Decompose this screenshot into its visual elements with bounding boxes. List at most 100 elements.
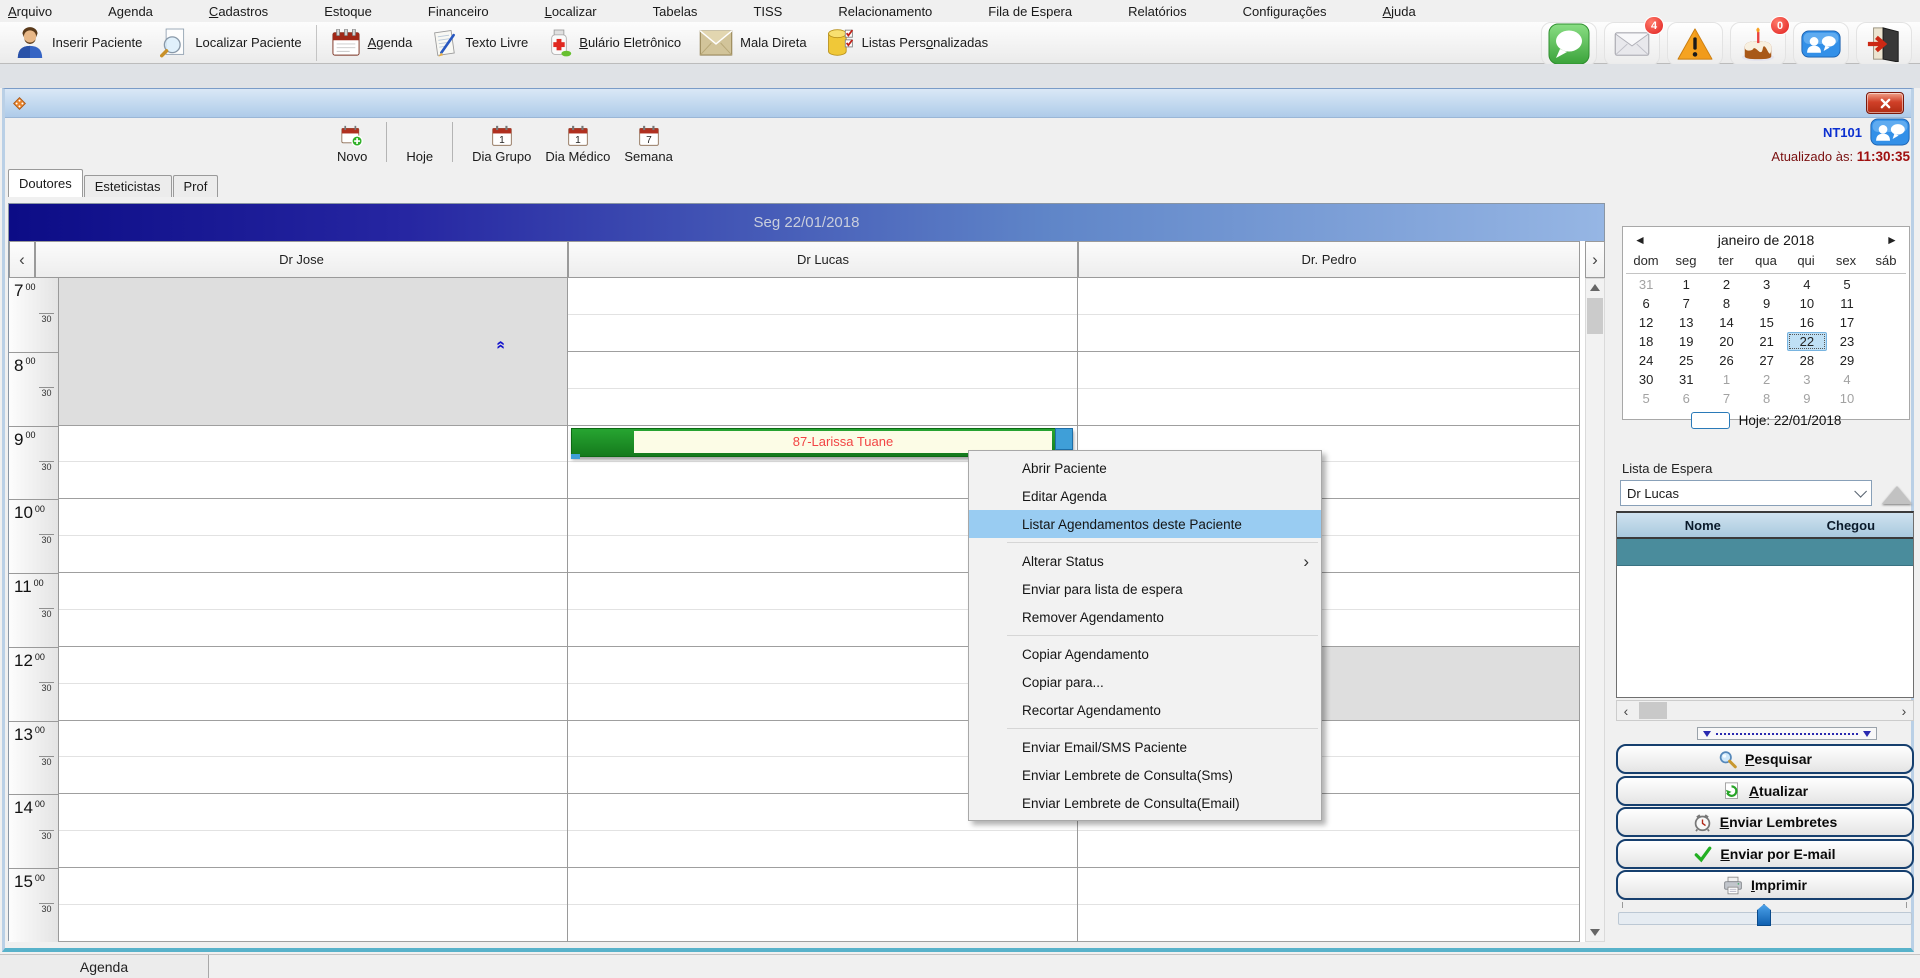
ctx-listar-agendamentos-deste-paciente[interactable]: Listar Agendamentos deste Paciente xyxy=(969,510,1321,538)
ctx-enviar-email-sms-paciente[interactable]: Enviar Email/SMS Paciente xyxy=(969,733,1321,761)
time-slot[interactable] xyxy=(1078,389,1579,426)
time-slot[interactable] xyxy=(59,684,567,721)
toolbar-agenda[interactable]: Agenda xyxy=(322,27,422,59)
time-slot[interactable] xyxy=(59,573,567,610)
calendar-day[interactable]: 4 xyxy=(1827,370,1867,389)
time-slot[interactable] xyxy=(568,868,1077,905)
time-slot[interactable] xyxy=(59,647,567,684)
calendar-day[interactable]: 4 xyxy=(1787,275,1827,294)
time-slot[interactable] xyxy=(568,352,1077,389)
time-slot[interactable] xyxy=(1078,831,1579,868)
calendar-day[interactable]: 6 xyxy=(1626,294,1666,313)
calendar-day[interactable]: 12 xyxy=(1626,313,1666,332)
time-slot[interactable] xyxy=(59,757,567,794)
agenda-tool-dia-grupo[interactable]: 1Dia Grupo xyxy=(465,124,538,164)
time-slot[interactable] xyxy=(59,905,567,942)
time-slot[interactable] xyxy=(59,831,567,868)
atualizar-button[interactable]: Atualizar xyxy=(1616,776,1914,806)
toolbar-localizar-paciente[interactable]: Localizar Paciente xyxy=(151,26,310,60)
calendar-day-selected[interactable]: 22 xyxy=(1787,332,1827,351)
chat-blue-icon[interactable] xyxy=(1870,118,1910,146)
menu-fila-de-espera[interactable]: Fila de Espera xyxy=(960,1,1100,22)
time-slot[interactable] xyxy=(568,278,1077,315)
scrollbar-thumb[interactable] xyxy=(1639,702,1667,719)
calendar-day[interactable]: 16 xyxy=(1787,313,1827,332)
appointment-resize-handle-left[interactable] xyxy=(571,454,580,459)
time-slot[interactable] xyxy=(1078,868,1579,905)
time-slot[interactable] xyxy=(568,315,1077,352)
time-slot[interactable] xyxy=(59,536,567,573)
scrollbar-thumb[interactable] xyxy=(1587,298,1603,334)
calendar-day[interactable]: 31 xyxy=(1666,370,1706,389)
scroll-left-icon[interactable]: ‹ xyxy=(1617,701,1635,720)
menu-agenda[interactable]: Agenda xyxy=(80,1,181,22)
ctx-abrir-paciente[interactable]: Abrir Paciente xyxy=(969,454,1321,482)
ctx-remover-agendamento[interactable]: Remover Agendamento xyxy=(969,603,1321,631)
calendar-day[interactable]: 1 xyxy=(1706,370,1746,389)
menu-cadastros[interactable]: Cadastros xyxy=(181,1,296,22)
calendar-day[interactable]: 5 xyxy=(1626,389,1666,408)
collapse-chevrons-icon[interactable]: « xyxy=(491,341,509,350)
calendar-day[interactable]: 7 xyxy=(1706,389,1746,408)
status-birthday-button[interactable]: 0 xyxy=(1730,22,1786,66)
agenda-tool-hoje[interactable]: Hoje xyxy=(399,124,440,164)
collapse-panel-button[interactable] xyxy=(1882,486,1912,504)
enviar-por-e-mail-button[interactable]: Enviar por E-mail xyxy=(1616,839,1914,869)
calendar-day[interactable]: 10 xyxy=(1827,389,1867,408)
menu-tiss[interactable]: TISS xyxy=(725,1,810,22)
pesquisar-button[interactable]: Pesquisar xyxy=(1616,744,1914,774)
waiting-list-table[interactable]: Nome Chegou xyxy=(1616,511,1914,698)
ctx-alterar-status[interactable]: Alterar Status› xyxy=(969,547,1321,575)
time-slot[interactable] xyxy=(1078,905,1579,942)
status-chat-button[interactable] xyxy=(1541,22,1597,66)
appointment-resize-handle[interactable] xyxy=(1055,428,1073,450)
calendar-day[interactable]: 5 xyxy=(1827,275,1867,294)
menu-localizar[interactable]: Localizar xyxy=(517,1,625,22)
ctx-enviar-para-lista-de-espera[interactable]: Enviar para lista de espera xyxy=(969,575,1321,603)
next-column-button[interactable]: › xyxy=(1585,241,1605,278)
calendar-day[interactable]: 11 xyxy=(1827,294,1867,313)
tab-prof[interactable]: Prof xyxy=(173,175,219,197)
waiting-list-selected-row[interactable] xyxy=(1617,539,1913,566)
ctx-recortar-agendamento[interactable]: Recortar Agendamento xyxy=(969,696,1321,724)
vertical-scrollbar[interactable] xyxy=(1585,278,1605,942)
time-slot[interactable] xyxy=(59,462,567,499)
menu-tabelas[interactable]: Tabelas xyxy=(625,1,726,22)
calendar-day[interactable]: 23 xyxy=(1827,332,1867,351)
calendar-next-icon[interactable]: ► xyxy=(1875,233,1909,247)
splitter-handle[interactable] xyxy=(1697,727,1877,740)
toolbar-inserir-paciente[interactable]: Inserir Paciente xyxy=(6,25,151,61)
scroll-right-icon[interactable]: › xyxy=(1895,701,1913,720)
status-mail-button[interactable]: 4 xyxy=(1604,22,1660,66)
statusbar-tab-agenda[interactable]: Agenda xyxy=(0,955,209,978)
calendar-day[interactable]: 3 xyxy=(1787,370,1827,389)
calendar-day[interactable]: 20 xyxy=(1706,332,1746,351)
time-slot[interactable] xyxy=(59,610,567,647)
calendar-day[interactable]: 15 xyxy=(1747,313,1787,332)
time-slot[interactable] xyxy=(568,389,1077,426)
status-alert-button[interactable] xyxy=(1667,22,1723,66)
menu-configuracoes[interactable]: Configurações xyxy=(1215,1,1355,22)
status-exit-button[interactable] xyxy=(1856,22,1912,66)
calendar-day[interactable]: 27 xyxy=(1747,351,1787,370)
toolbar-texto-livre[interactable]: Texto Livre xyxy=(421,26,537,60)
time-slot[interactable] xyxy=(1078,315,1579,352)
calendar-today-row[interactable]: Hoje: 22/01/2018 xyxy=(1623,408,1909,432)
agenda-tool-semana[interactable]: 7Semana xyxy=(617,124,679,164)
time-slot[interactable] xyxy=(59,426,567,463)
calendar-day[interactable]: 1 xyxy=(1666,275,1706,294)
ctx-copiar-para[interactable]: Copiar para... xyxy=(969,668,1321,696)
toolbar-mala-direta[interactable]: Mala Direta xyxy=(690,28,815,58)
tab-esteticistas[interactable]: Esteticistas xyxy=(84,175,172,197)
calendar-day[interactable]: 31 xyxy=(1626,275,1666,294)
calendar-day[interactable]: 3 xyxy=(1747,275,1787,294)
calendar-day[interactable]: 30 xyxy=(1626,370,1666,389)
imprimir-button[interactable]: Imprimir xyxy=(1616,870,1914,900)
prev-column-button[interactable]: ‹ xyxy=(9,241,35,278)
ctx-enviar-lembrete-de-consulta-sms[interactable]: Enviar Lembrete de Consulta(Sms) xyxy=(969,761,1321,789)
close-button[interactable] xyxy=(1866,92,1904,114)
time-slot[interactable] xyxy=(1078,352,1579,389)
time-slot[interactable] xyxy=(59,794,567,831)
time-slot[interactable] xyxy=(59,499,567,536)
calendar-day[interactable]: 24 xyxy=(1626,351,1666,370)
